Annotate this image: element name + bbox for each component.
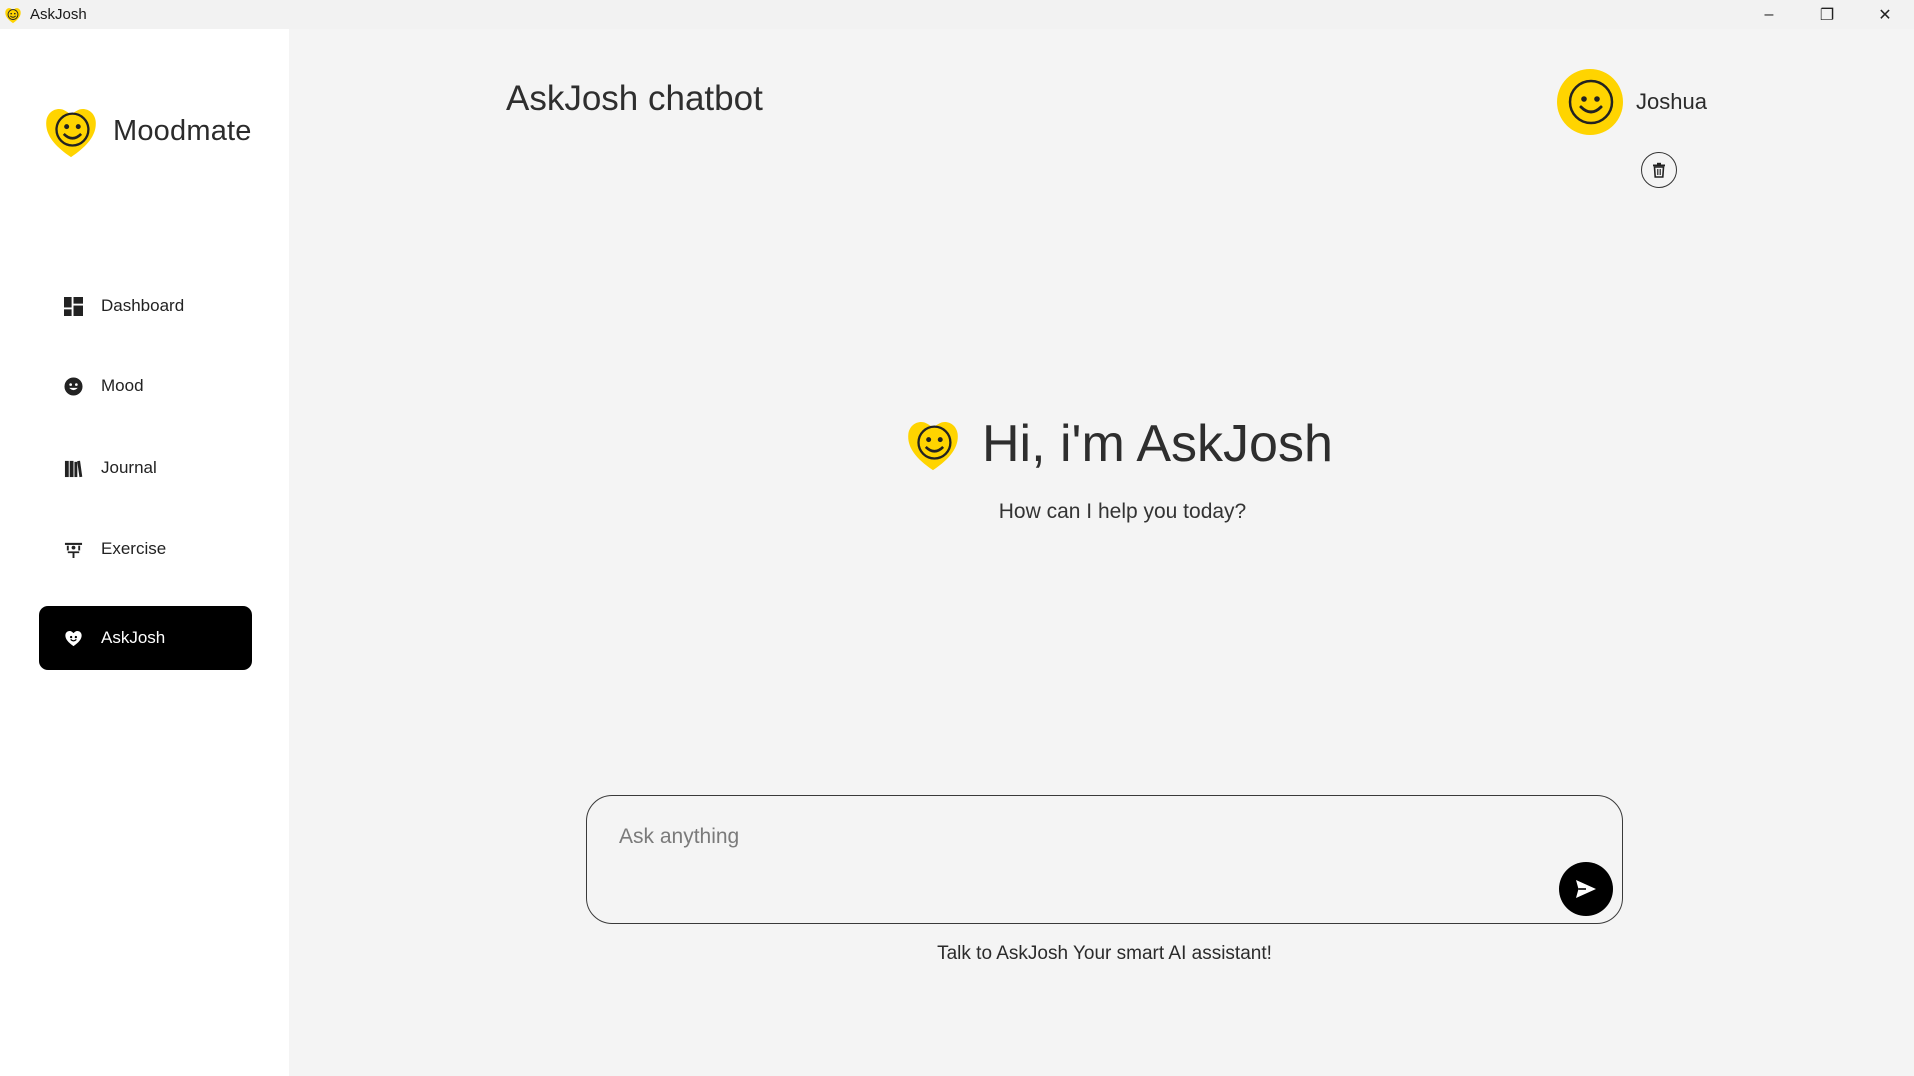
sidebar-item-label: Mood bbox=[101, 376, 144, 395]
brand[interactable]: Moodmate bbox=[42, 102, 252, 160]
restore-button[interactable]: ❐ bbox=[1798, 0, 1856, 29]
sidebar-item-exercise[interactable]: Exercise bbox=[39, 517, 252, 581]
avatar bbox=[1557, 69, 1623, 135]
sidebar: Moodmate Dashboard Mood Journal Exercise bbox=[0, 29, 289, 1076]
window-title: AskJosh bbox=[30, 6, 87, 23]
moodmate-logo-icon bbox=[46, 109, 96, 158]
heart-chat-icon bbox=[63, 628, 83, 648]
close-button[interactable]: ✕ bbox=[1856, 0, 1914, 29]
dashboard-icon bbox=[63, 296, 83, 316]
sidebar-item-dashboard[interactable]: Dashboard bbox=[39, 274, 252, 338]
sidebar-item-journal[interactable]: Journal bbox=[39, 436, 252, 500]
message-composer bbox=[586, 795, 1623, 924]
footer-tagline: Talk to AskJosh Your smart AI assistant! bbox=[937, 943, 1272, 964]
app-logo-icon bbox=[5, 7, 21, 23]
page-title: AskJosh chatbot bbox=[506, 79, 763, 118]
user-name: Joshua bbox=[1636, 89, 1707, 114]
trash-icon bbox=[1653, 162, 1665, 178]
send-button[interactable] bbox=[1559, 862, 1613, 916]
smiley-icon bbox=[63, 376, 83, 396]
welcome-hero: Hi, i'm AskJosh bbox=[904, 414, 1333, 474]
sidebar-item-askjosh[interactable]: AskJosh bbox=[39, 606, 252, 670]
brand-name: Moodmate bbox=[113, 114, 252, 147]
title-bar: AskJosh – ❐ ✕ bbox=[0, 0, 1914, 29]
askjosh-logo-icon bbox=[908, 422, 958, 471]
exercise-icon bbox=[63, 539, 83, 559]
minimize-button[interactable]: – bbox=[1740, 0, 1798, 29]
sidebar-item-label: AskJosh bbox=[101, 628, 166, 647]
clear-chat-button[interactable] bbox=[1641, 152, 1677, 188]
welcome-subtitle: How can I help you today? bbox=[998, 500, 1247, 523]
sidebar-item-mood[interactable]: Mood bbox=[39, 354, 252, 418]
send-icon bbox=[1576, 880, 1596, 898]
user-profile[interactable]: Joshua bbox=[1557, 69, 1707, 135]
app-window: AskJosh – ❐ ✕ Moodmate Dashboard Mood Jo… bbox=[0, 0, 1914, 1076]
books-icon bbox=[63, 458, 83, 478]
window-controls: – ❐ ✕ bbox=[1740, 0, 1914, 29]
message-input[interactable] bbox=[619, 822, 1519, 852]
welcome-title: Hi, i'm AskJosh bbox=[982, 415, 1333, 473]
sidebar-item-label: Dashboard bbox=[101, 296, 185, 315]
sidebar-item-label: Exercise bbox=[101, 539, 167, 558]
sidebar-item-label: Journal bbox=[101, 458, 157, 477]
